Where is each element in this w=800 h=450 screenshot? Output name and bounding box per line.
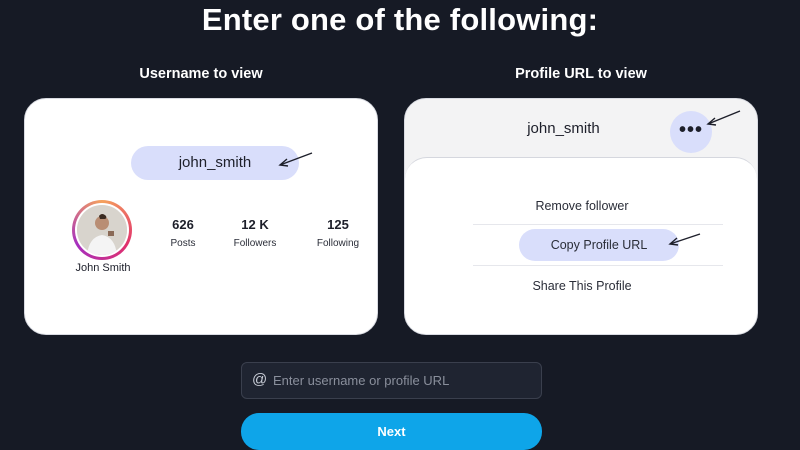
stat-value: 12 K — [241, 217, 269, 232]
profile-name: John Smith — [75, 262, 131, 274]
stat-label: Posts — [170, 238, 196, 249]
stat-label: Following — [316, 238, 360, 249]
menu-item-remove-follower: Remove follower — [535, 199, 629, 213]
stat-value: 125 — [327, 217, 349, 232]
profile-url-column-label: Profile URL to view — [515, 66, 647, 82]
username-column-label: Username to view — [139, 66, 263, 82]
arrow-pointer-icon — [668, 233, 701, 246]
profile-photo — [77, 205, 127, 255]
options-sheet: Remove follower Copy Profile URL Share T… — [405, 157, 757, 334]
username-url-input[interactable] — [273, 363, 535, 398]
page-title: Enter one of the following: — [201, 2, 599, 37]
divider — [473, 265, 723, 266]
stat-value: 626 — [172, 217, 194, 232]
menu-item-copy-profile-url: Copy Profile URL — [519, 229, 679, 261]
menu-item-share-profile: Share This Profile — [532, 279, 632, 293]
at-icon: @ — [252, 371, 268, 388]
avatar — [72, 200, 132, 260]
next-button[interactable]: Next — [241, 413, 542, 450]
stat-label: Followers — [233, 238, 277, 249]
divider — [473, 224, 723, 225]
arrow-pointer-icon — [278, 152, 313, 167]
profile-url-example-card: john_smith ••• Remove follower Copy Prof… — [404, 98, 758, 335]
stat-posts: 626 Posts — [148, 217, 218, 249]
search-input-container: @ — [241, 362, 542, 399]
stat-followers: 12 K Followers — [220, 217, 290, 249]
username-highlight-pill: john_smith — [131, 146, 299, 180]
page: Enter one of the following: Username to … — [0, 0, 800, 450]
stat-following: 125 Following — [303, 217, 373, 249]
arrow-pointer-icon — [706, 110, 741, 126]
username-example-card: john_smith John Smith 626 Posts 12 K Fol… — [24, 98, 378, 335]
profile-username: john_smith — [527, 120, 600, 137]
